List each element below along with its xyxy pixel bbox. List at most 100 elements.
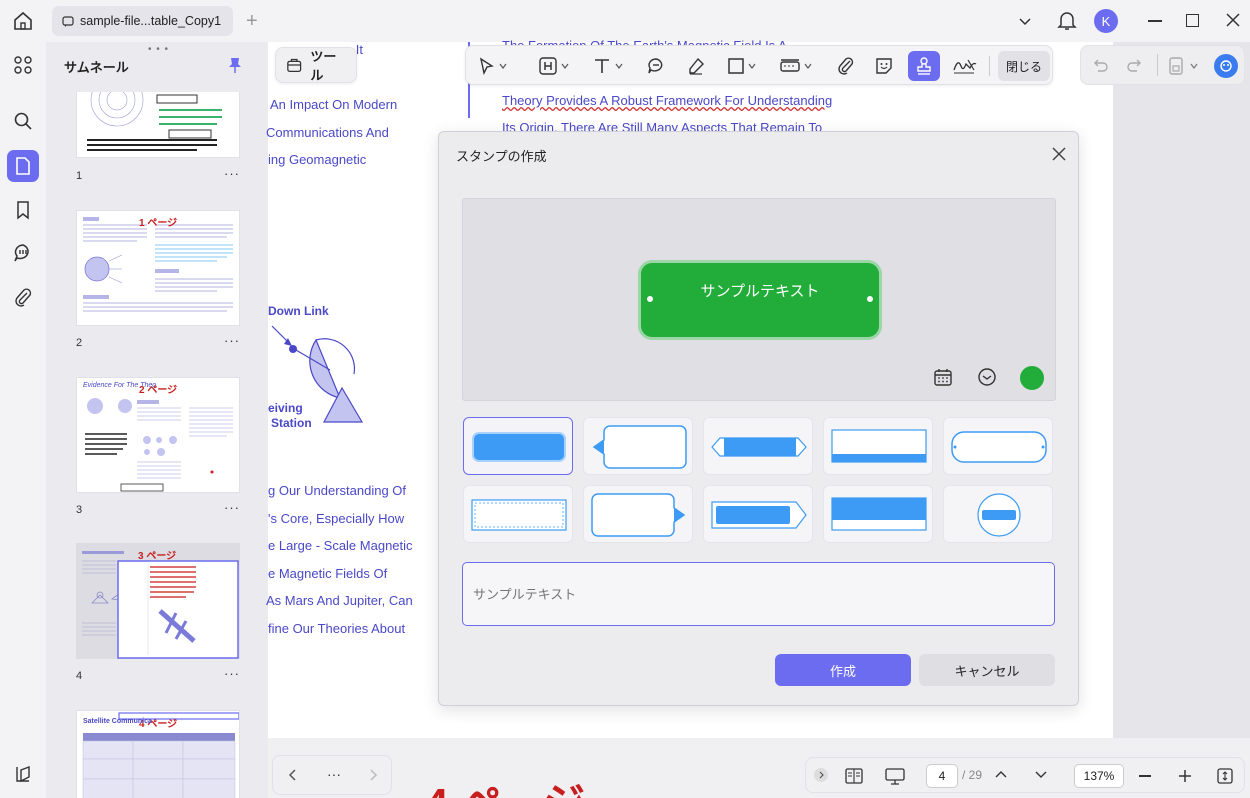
line-tool[interactable] [779,54,812,78]
highlight-tool[interactable] [686,54,706,78]
minimize-icon[interactable] [1148,20,1162,22]
home-icon[interactable] [12,10,34,32]
zoom-level[interactable]: 137% [1074,764,1124,788]
stamp-text-input[interactable] [462,562,1055,626]
comment-tool[interactable] [646,54,666,78]
page-thumbnail-5[interactable]: 4 ページ Satellite Communica [76,710,240,798]
doc-text-line: An Impact On Modern [270,97,398,112]
maximize-icon[interactable] [1186,14,1199,27]
page-thumbnail-1[interactable] [76,92,240,158]
thumbnail-icon[interactable] [7,49,39,81]
page-thumbnail-3[interactable]: 2 ページ Evidence For The Theo [76,377,240,493]
doc-text-line: Communications And [266,125,389,140]
select-icon [479,57,494,75]
stamp-shape-option[interactable] [943,485,1053,543]
text-tool[interactable] [592,54,623,78]
diagram-label: eiving [268,401,303,415]
thumbnail-number: 4 [76,670,83,682]
sticker-icon [876,58,892,74]
stamp-shape-option[interactable] [703,485,813,543]
stamp-shape-option[interactable] [583,485,693,543]
presentation-icon[interactable] [884,766,906,786]
stamp-shape-option[interactable] [583,417,693,475]
thumbnail-more-button[interactable]: ··· [224,333,240,348]
close-icon[interactable] [1048,143,1070,165]
new-tab-button[interactable]: + [246,10,258,33]
layers-icon[interactable] [7,758,39,790]
zoom-in-icon[interactable] [1178,769,1192,783]
stamp-shape-option[interactable] [823,485,933,543]
fit-page-icon[interactable] [1216,767,1234,785]
create-button[interactable]: 作成 [775,654,911,686]
clock-icon[interactable] [977,367,997,387]
doc-text-line: 's Core, Especially How [268,511,405,526]
close-toolbar-button[interactable]: 閉じる [998,51,1050,81]
expand-icon[interactable] [814,768,828,782]
panel-drag-handle[interactable]: • • • [148,44,169,55]
stamp-shape-option[interactable] [943,417,1053,475]
dialog-title: スタンプの作成 [456,149,547,164]
save-menu[interactable] [1167,56,1198,76]
select-tool[interactable] [478,54,507,78]
sticker-tool[interactable] [874,54,894,78]
search-icon[interactable] [7,105,39,137]
chevron-down-icon[interactable] [1034,770,1048,780]
chevron-down-icon [1190,63,1198,69]
comment-icon[interactable] [7,237,39,269]
chevron-left-icon[interactable] [287,768,299,782]
attachment-icon[interactable] [7,281,39,313]
resize-handle[interactable] [647,296,653,302]
thumbnail-more-button[interactable]: ··· [224,666,240,681]
diagram-label: Down Link [268,304,329,318]
cancel-button[interactable]: キャンセル [919,654,1055,686]
pin-icon[interactable] [227,56,243,74]
document-tab[interactable]: sample-file...table_Copy1 [52,6,233,36]
signature-icon [953,59,977,74]
resize-handle[interactable] [867,296,873,302]
zoom-out-icon[interactable] [1139,775,1151,777]
pages-icon[interactable] [7,150,39,182]
heading-tool[interactable] [538,54,569,78]
stamp-shape-option[interactable] [463,417,573,475]
page-mark-text: 4 ページ [425,780,585,798]
create-stamp-dialog: スタンプの作成 サンプルテキスト サンプルテキスト 作成 キャンセル [438,131,1079,706]
save-icon [1169,57,1183,75]
close-window-icon[interactable] [1226,13,1240,27]
attach-tool[interactable] [836,54,856,78]
stamp-shape-option[interactable] [463,485,573,543]
tools-button[interactable]: ツール [275,47,357,83]
thumbnail-number: 3 [76,504,83,516]
thumbnail-more-button[interactable]: ··· [224,500,240,515]
stamp-preview-text: サンプルテキスト [700,283,820,300]
calendar-icon[interactable] [933,367,953,387]
chevron-up-icon[interactable] [994,769,1008,779]
page-mark-large: 4 ページ [425,770,585,798]
signature-tool[interactable] [952,54,978,78]
page-thumbnail-4[interactable]: 3 ページ [76,543,240,659]
stamp-preview[interactable]: サンプルテキスト [641,263,879,337]
doc-text-line: g Our Understanding Of [268,483,407,498]
undo-icon[interactable] [1091,57,1109,75]
page-layout-icon[interactable] [844,767,864,785]
page-number-input[interactable]: 4 [926,764,958,788]
stamp-shape-option[interactable] [823,417,933,475]
bell-icon[interactable] [1057,10,1077,32]
chevron-right-icon[interactable] [367,768,379,782]
tools-label: ツール [310,49,337,83]
ai-assistant-icon[interactable] [1214,54,1238,78]
avatar[interactable]: K [1094,9,1118,33]
line-icon [780,59,800,72]
text-icon [595,59,609,73]
more-icon[interactable]: ··· [327,766,341,782]
stamp-color-picker[interactable] [1020,366,1044,390]
thumbnail-more-button[interactable]: ··· [224,166,240,181]
chevron-down-icon [615,63,623,69]
shape-tool[interactable] [727,54,756,78]
stamp-shape-option[interactable] [703,417,813,475]
stamp-tool[interactable] [908,51,940,81]
page-thumbnail-2[interactable]: 1 ページ [76,210,240,326]
chevron-down-icon[interactable] [1018,14,1032,28]
doc-text-line: Its Origin, There Are Still Many Aspects… [502,120,823,131]
redo-icon[interactable] [1126,57,1144,75]
bookmark-icon[interactable] [7,194,39,226]
